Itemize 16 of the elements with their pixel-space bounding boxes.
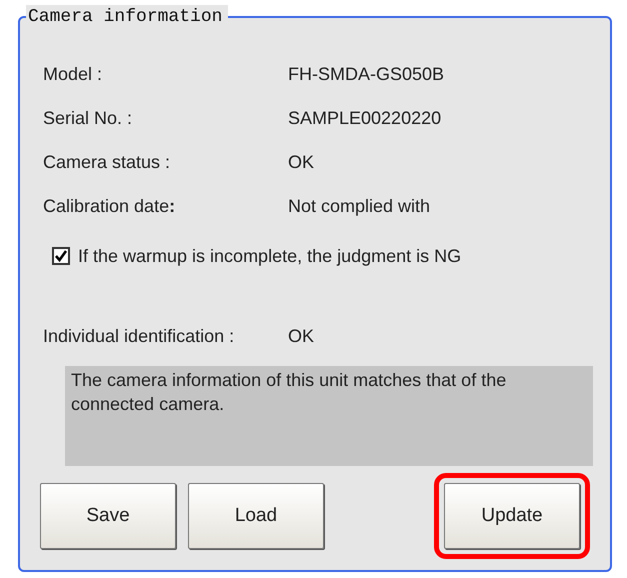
checkbox[interactable]: [52, 247, 70, 265]
field-label: Serial No. :: [42, 106, 134, 130]
field-label: Individual identification :: [42, 324, 236, 348]
field-value: Not complied with: [288, 194, 430, 218]
action-button[interactable]: Load: [188, 483, 324, 549]
field-value: OK: [288, 150, 314, 174]
message-box: The camera information of this unit matches that of the connected camera.: [65, 366, 593, 466]
field-label: Camera status :: [42, 150, 172, 174]
field-label: Model :: [42, 62, 104, 86]
field-value: SAMPLE00220220: [288, 106, 442, 130]
action-button[interactable]: Update: [444, 483, 580, 549]
field-value: OK: [288, 324, 314, 348]
action-button[interactable]: Save: [40, 483, 176, 549]
field-value: FH-SMDA-GS050B: [288, 62, 444, 86]
field-label: Calibration date:: [42, 194, 176, 218]
checkbox-label[interactable]: If the warmup is incomplete, the judgment is NG: [78, 242, 462, 270]
